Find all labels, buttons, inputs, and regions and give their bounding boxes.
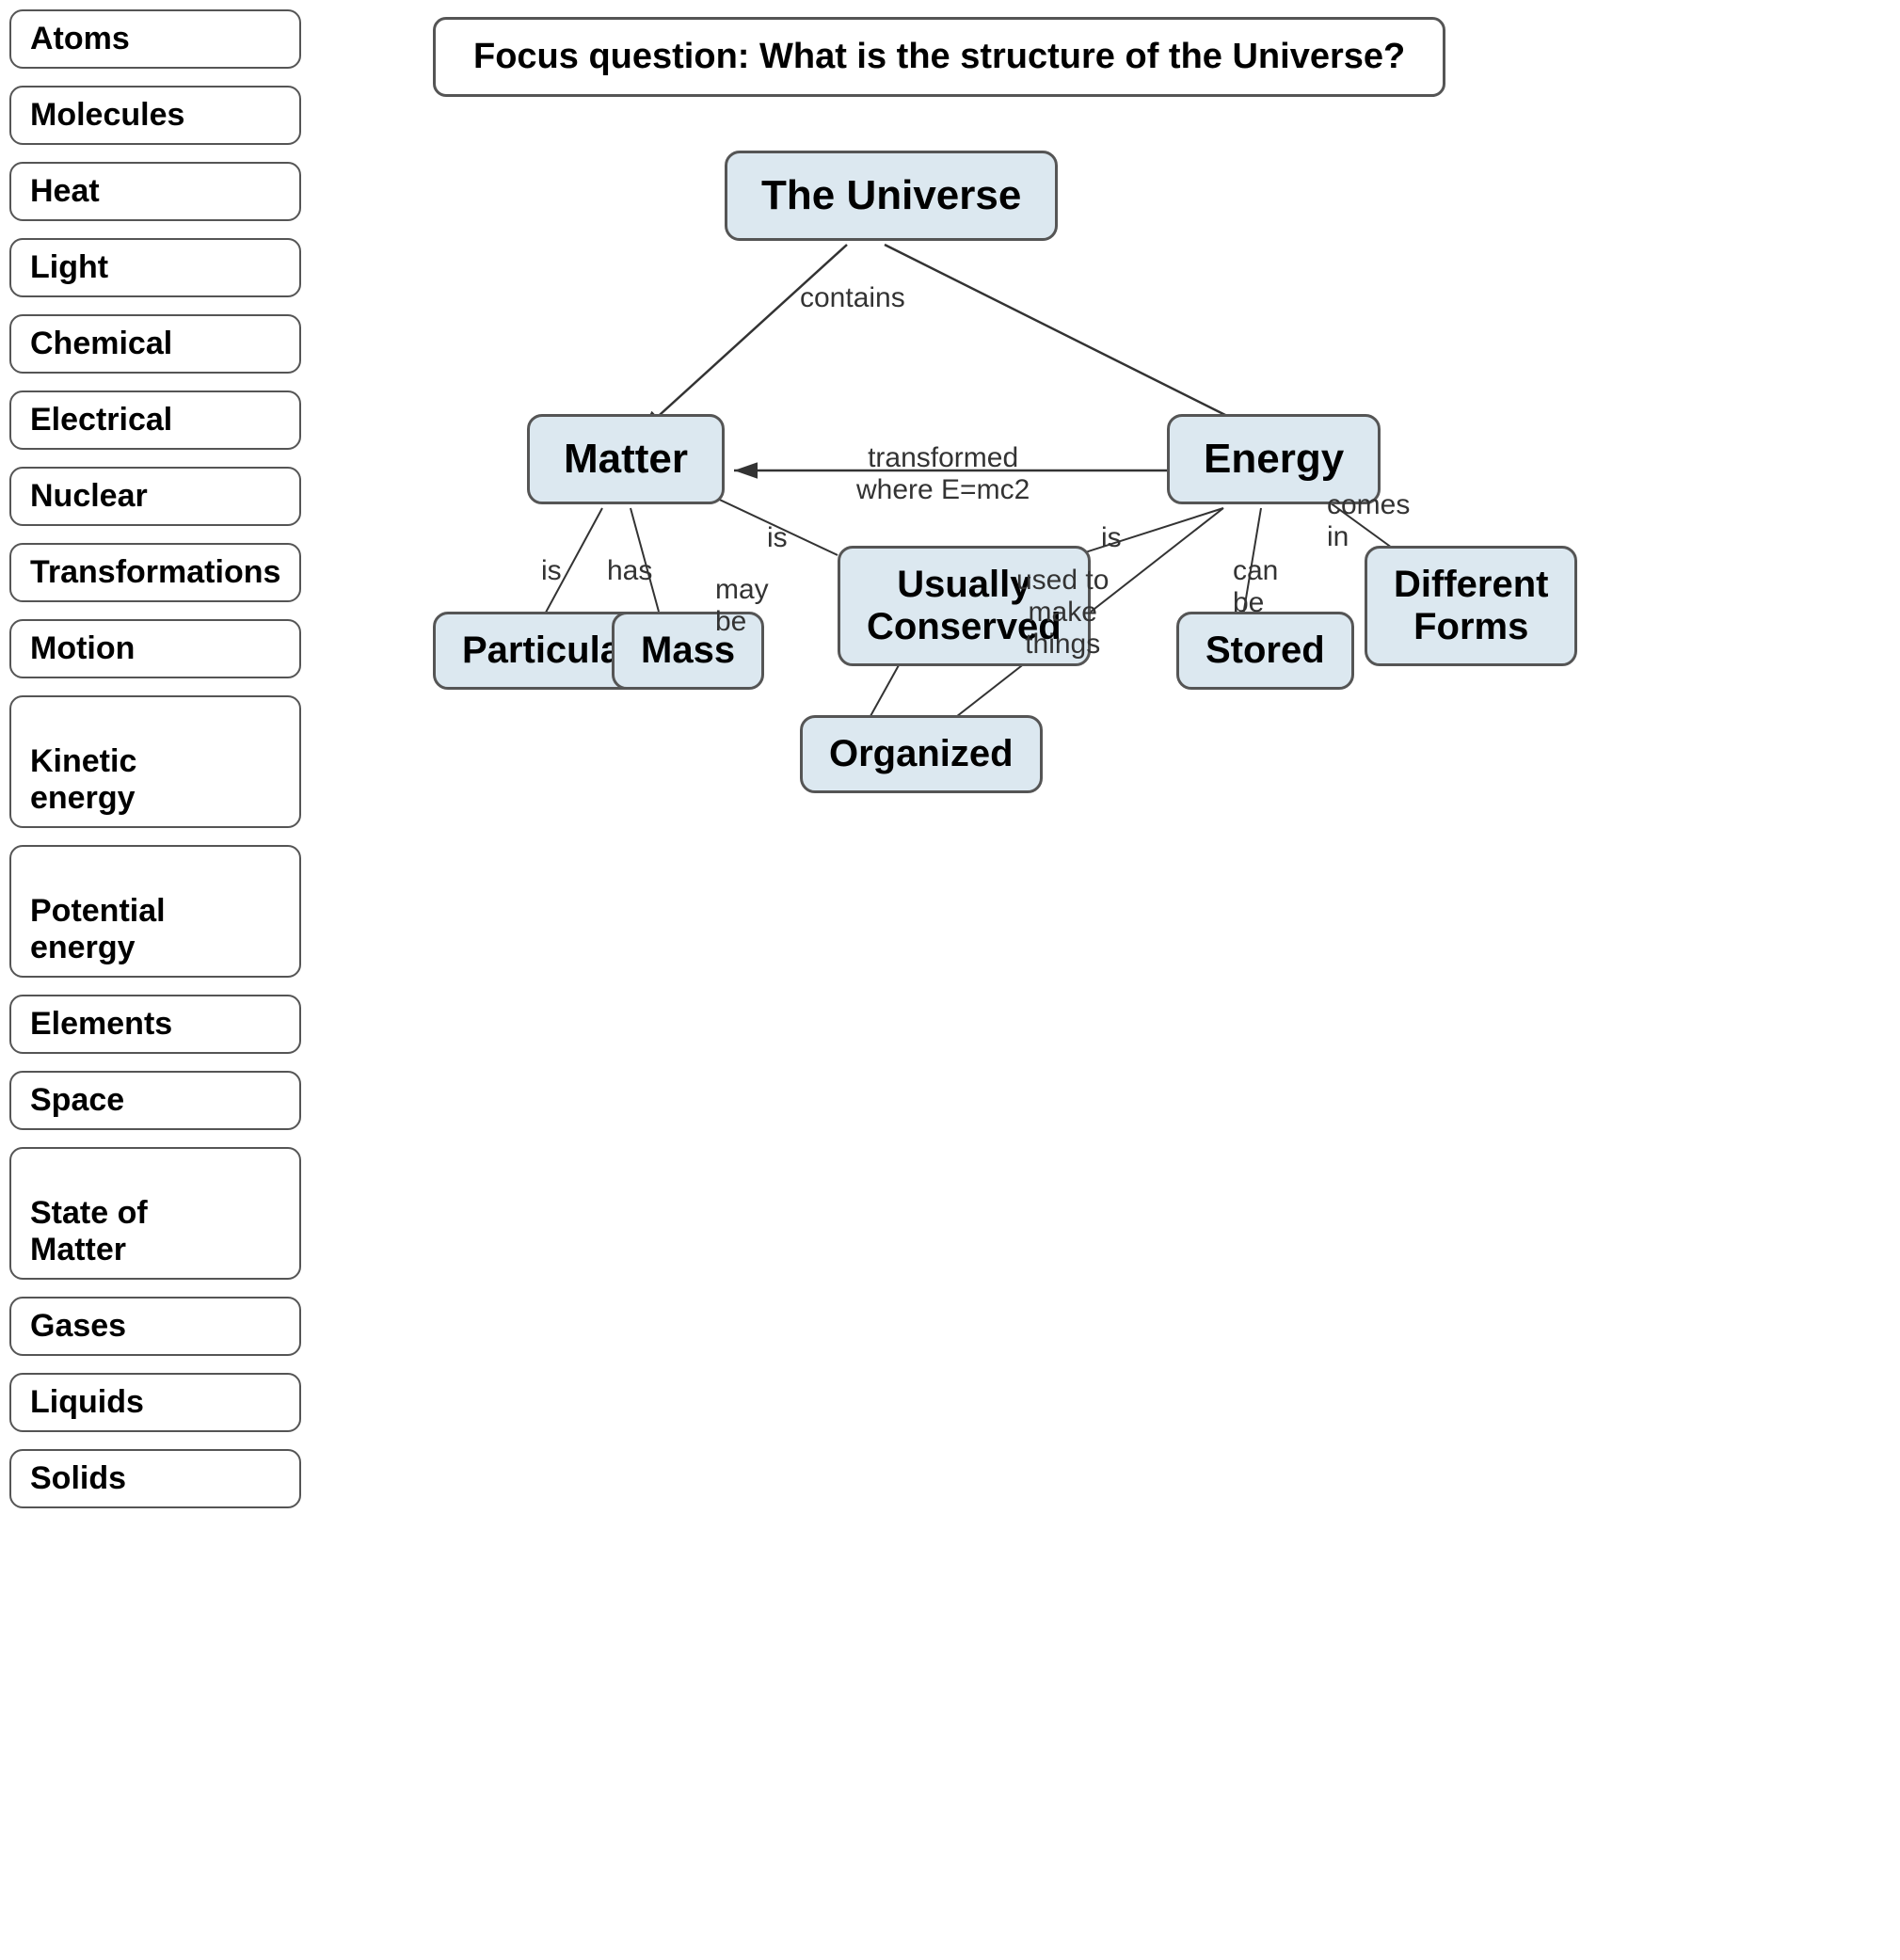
- sidebar-item-space[interactable]: Space: [9, 1071, 301, 1130]
- node-stored[interactable]: Stored: [1176, 612, 1354, 690]
- link-label-is1: is: [541, 555, 562, 587]
- node-matter[interactable]: Matter: [527, 414, 725, 504]
- concept-map-lines: [263, 0, 1863, 1960]
- sidebar-item-potential-energy[interactable]: Potential energy: [9, 845, 301, 978]
- link-label-can-be: can be: [1233, 555, 1278, 619]
- sidebar-item-elements[interactable]: Elements: [9, 995, 301, 1054]
- link-label-has: has: [607, 555, 652, 587]
- node-organized[interactable]: Organized: [800, 715, 1043, 793]
- sidebar-item-light[interactable]: Light: [9, 238, 301, 297]
- sidebar-item-gases[interactable]: Gases: [9, 1297, 301, 1356]
- sidebar-item-motion[interactable]: Motion: [9, 619, 301, 678]
- link-label-used-to: used to make things: [1016, 565, 1109, 661]
- sidebar: Atoms Molecules Heat Light Chemical Elec…: [9, 9, 301, 1508]
- focus-question: Focus question: What is the structure of…: [433, 17, 1445, 97]
- sidebar-item-molecules[interactable]: Molecules: [9, 86, 301, 145]
- link-label-may-be: may be: [715, 574, 769, 638]
- sidebar-item-liquids[interactable]: Liquids: [9, 1373, 301, 1432]
- sidebar-item-nuclear[interactable]: Nuclear: [9, 467, 301, 526]
- link-label-comes-in: comes in: [1327, 489, 1410, 553]
- sidebar-item-electrical[interactable]: Electrical: [9, 390, 301, 450]
- sidebar-item-kinetic-energy[interactable]: Kinetic energy: [9, 695, 301, 828]
- link-label-contains: contains: [800, 282, 905, 314]
- sidebar-item-state-of-matter[interactable]: State of Matter: [9, 1147, 301, 1280]
- concept-map: Focus question: What is the structure of…: [263, 0, 1863, 1960]
- node-universe[interactable]: The Universe: [725, 151, 1058, 241]
- sidebar-item-solids[interactable]: Solids: [9, 1449, 301, 1508]
- link-label-is2: is: [767, 522, 788, 554]
- sidebar-item-transformations[interactable]: Transformations: [9, 543, 301, 602]
- node-different-forms[interactable]: Different Forms: [1365, 546, 1577, 666]
- sidebar-item-atoms[interactable]: Atoms: [9, 9, 301, 69]
- sidebar-item-heat[interactable]: Heat: [9, 162, 301, 221]
- sidebar-item-chemical[interactable]: Chemical: [9, 314, 301, 374]
- link-label-is3: is: [1101, 522, 1122, 554]
- link-label-transformed: transformed where E=mc2: [856, 442, 1030, 506]
